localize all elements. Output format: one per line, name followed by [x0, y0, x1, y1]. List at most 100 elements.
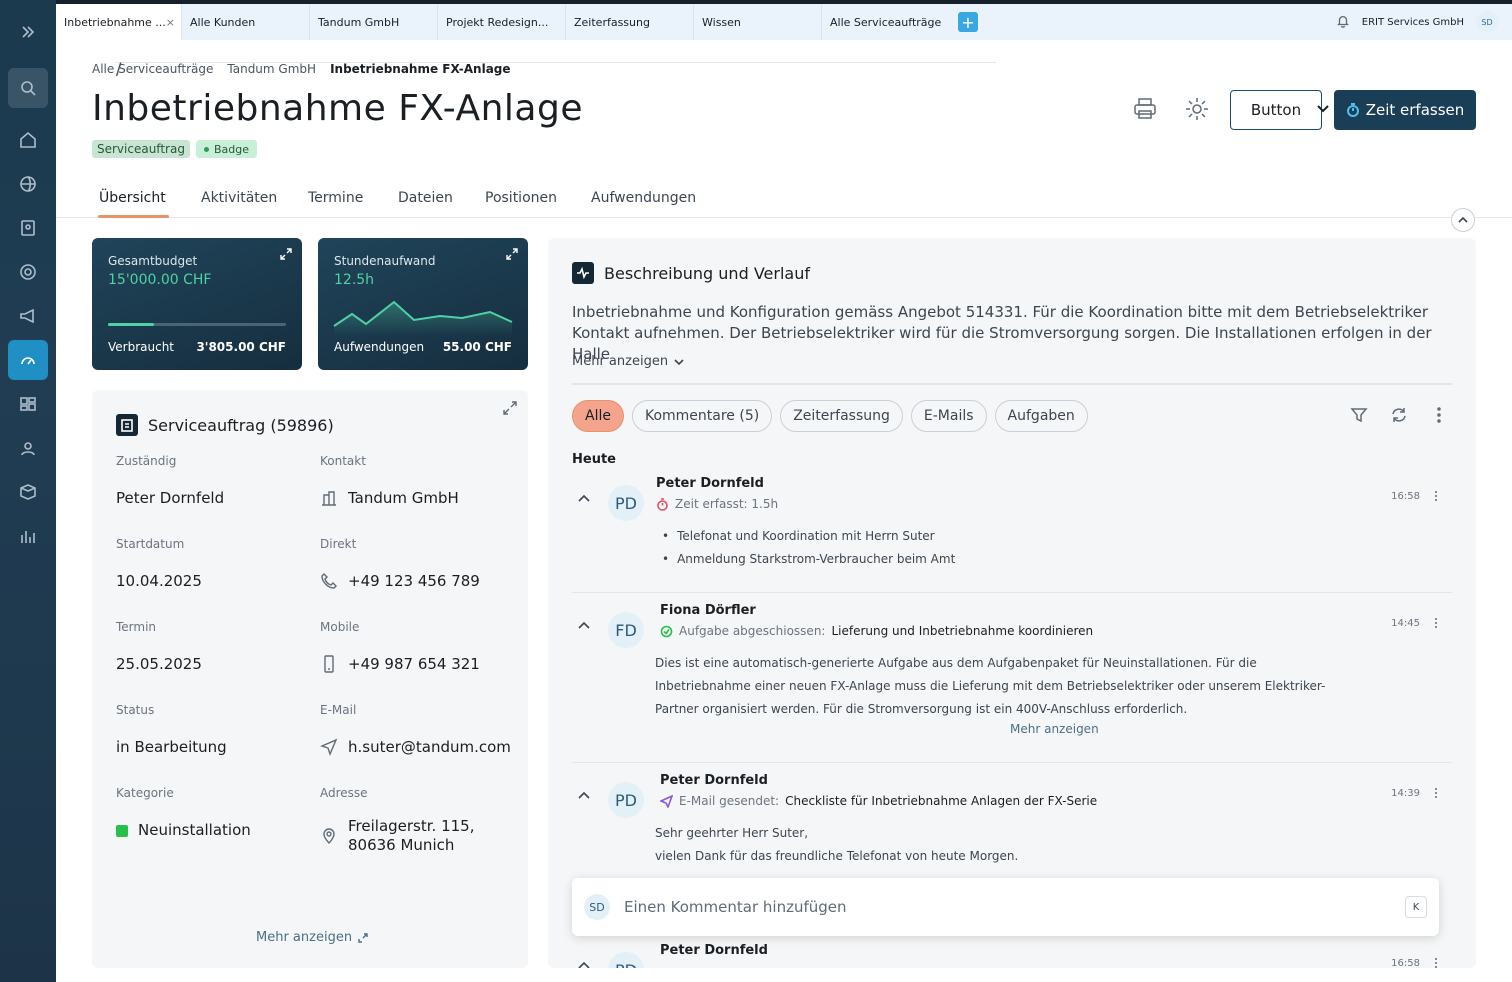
- show-more-label: Mehr anzeigen: [256, 930, 353, 945]
- show-more-link[interactable]: Mehr anzeigen: [572, 354, 684, 369]
- service-icon[interactable]: [8, 340, 48, 380]
- avatar: FD: [608, 612, 644, 648]
- show-more-link[interactable]: Mehr anzeigen: [256, 930, 368, 945]
- megaphone-icon[interactable]: [8, 296, 48, 336]
- badges: Serviceauftrag Badge: [92, 140, 257, 158]
- chevron-up-icon[interactable]: [576, 618, 592, 634]
- field-value: 25.05.2025: [116, 655, 202, 673]
- field-label: Zuständig: [116, 454, 177, 468]
- breadcrumb-separator: /: [116, 61, 996, 77]
- field-value[interactable]: h.suter@tandum.com: [348, 738, 511, 757]
- bell-icon[interactable]: [1336, 14, 1350, 31]
- type-badge: Serviceauftrag: [92, 140, 190, 158]
- contacts-icon[interactable]: [8, 208, 48, 248]
- breadcrumb-item[interactable]: Tandum GmbH: [227, 62, 316, 76]
- filter-icon[interactable]: [1350, 406, 1368, 428]
- budget-card[interactable]: Gesamtbudget 15'000.00 CHF Verbraucht 3'8…: [92, 238, 302, 370]
- chevron-down-icon[interactable]: [1316, 102, 1330, 116]
- entry-action-target[interactable]: Lieferung und Inbetriebnahme koordiniere…: [831, 624, 1093, 638]
- comment-input[interactable]: Einen Kommentar hinzufügen: [624, 898, 847, 916]
- tab-zeiterfassung[interactable]: Zeiterfassung: [566, 4, 694, 40]
- panel-title: Beschreibung und Verlauf: [572, 262, 810, 284]
- gear-icon[interactable]: [1184, 96, 1210, 126]
- reports-icon[interactable]: [8, 516, 48, 556]
- activity-icon: [572, 262, 594, 284]
- field-value[interactable]: +49 987 654 321: [348, 655, 480, 674]
- check-circle-icon: [660, 625, 673, 637]
- active-tab-indicator: [98, 215, 169, 218]
- more-vertical-icon[interactable]: [1430, 616, 1442, 630]
- home-icon[interactable]: [8, 120, 48, 160]
- globe-icon[interactable]: [8, 164, 48, 204]
- add-tab-button[interactable]: +: [958, 12, 978, 32]
- header-actions: [1132, 96, 1210, 126]
- section-tabs: Übersicht Aktivitäten Termine Dateien Po…: [56, 184, 1512, 218]
- target-icon[interactable]: [8, 252, 48, 292]
- tab-label: Projekt Redesign...: [446, 15, 549, 29]
- filter-chip-emails[interactable]: E-Mails: [910, 400, 987, 432]
- field-value[interactable]: Freilagerstr. 115, 80636 Munich: [348, 817, 474, 855]
- projects-icon[interactable]: [8, 384, 48, 424]
- tab-inbetriebnahme[interactable]: Inbetriebnahme ... ×: [56, 4, 182, 40]
- field-value[interactable]: Peter Dornfeld: [116, 489, 224, 508]
- field-email: E-Mail h.suter@tandum.com: [320, 703, 511, 757]
- secondary-button[interactable]: Button: [1230, 90, 1322, 130]
- more-vertical-icon[interactable]: [1430, 406, 1448, 428]
- status-badge: Badge: [195, 140, 257, 158]
- tab-aktivitaeten[interactable]: Aktivitäten: [201, 190, 277, 206]
- entry-body: Telefonat und Koordination mit Herrn Sut…: [656, 525, 1346, 571]
- entry-action-target[interactable]: Checkliste für Inbetriebnahme Anlagen de…: [785, 794, 1097, 808]
- company-name[interactable]: ERIT Services GmbH: [1362, 17, 1464, 28]
- avatar[interactable]: SD: [1476, 11, 1498, 33]
- hours-card[interactable]: Stundenaufwand 12.5h Aufwendungen 55.00 C…: [318, 238, 528, 370]
- tab-tandum[interactable]: Tandum GmbH: [310, 4, 438, 40]
- timestamp: 14:45: [1391, 618, 1420, 629]
- email-line: Sehr geehrter Herr Suter,: [655, 826, 809, 840]
- tab-uebersicht[interactable]: Übersicht: [99, 190, 166, 206]
- field-direkt: Direkt +49 123 456 789: [320, 537, 480, 591]
- expand-icon[interactable]: [502, 400, 518, 416]
- tab-alle-kunden[interactable]: Alle Kunden: [182, 4, 310, 40]
- tab-label: Wissen: [702, 15, 741, 29]
- collapse-button[interactable]: [1451, 208, 1475, 232]
- expand-icon[interactable]: [280, 248, 292, 260]
- field-value[interactable]: Tandum GmbH: [348, 489, 459, 508]
- search-icon[interactable]: [8, 68, 48, 108]
- breadcrumb-item[interactable]: Alle Serviceaufträge: [92, 62, 213, 76]
- refresh-icon[interactable]: [1390, 406, 1408, 428]
- history-panel: Beschreibung und Verlauf Inbetriebnahme …: [548, 238, 1476, 968]
- chevron-up-icon[interactable]: [576, 491, 592, 507]
- list-item: Anmeldung Starkstrom-Verbraucher beim Am…: [656, 548, 1346, 571]
- filter-chip-alle[interactable]: Alle: [572, 400, 624, 432]
- filter-chip-aufgaben[interactable]: Aufgaben: [994, 400, 1088, 432]
- comment-box[interactable]: SD Einen Kommentar hinzufügen K: [572, 878, 1439, 936]
- more-vertical-icon[interactable]: [1430, 956, 1442, 968]
- close-icon[interactable]: ×: [166, 16, 175, 29]
- filter-chip-zeiterfassung[interactable]: Zeiterfassung: [780, 400, 903, 432]
- log-time-button[interactable]: Zeit erfassen: [1334, 90, 1476, 130]
- team-icon[interactable]: [8, 428, 48, 468]
- expand-sidebar-icon[interactable]: [8, 12, 48, 52]
- tab-dateien[interactable]: Dateien: [398, 190, 453, 206]
- timeline-entry: PD Peter Dornfeld E-Mail gesendet: Checkl…: [572, 773, 1452, 882]
- entry-action: E-Mail gesendet: Checkliste für Inbetrieb…: [660, 794, 1097, 808]
- filter-chip-kommentare[interactable]: Kommentare (5): [631, 400, 773, 432]
- more-vertical-icon[interactable]: [1430, 786, 1442, 800]
- tab-projekt[interactable]: Projekt Redesign...: [438, 4, 566, 40]
- tab-aufwendungen[interactable]: Aufwendungen: [591, 190, 696, 206]
- chevron-up-icon[interactable]: [576, 788, 592, 804]
- box-icon[interactable]: [8, 472, 48, 512]
- tab-termine[interactable]: Termine: [308, 190, 363, 206]
- tab-wissen[interactable]: Wissen: [694, 4, 822, 40]
- expand-icon[interactable]: [506, 248, 518, 260]
- show-more-link[interactable]: Mehr anzeigen: [1010, 722, 1099, 736]
- chevron-up-icon[interactable]: [576, 958, 592, 968]
- author-name: Fiona Dörfler: [660, 603, 756, 618]
- print-icon[interactable]: [1132, 96, 1158, 126]
- field-value[interactable]: +49 123 456 789: [348, 572, 480, 591]
- tab-serviceauftraege[interactable]: Alle Serviceaufträge: [822, 4, 950, 40]
- more-vertical-icon[interactable]: [1430, 489, 1442, 503]
- field-kategorie: Kategorie Neuinstallation: [116, 786, 251, 840]
- status-dot-icon: [203, 147, 209, 152]
- tab-positionen[interactable]: Positionen: [485, 190, 557, 206]
